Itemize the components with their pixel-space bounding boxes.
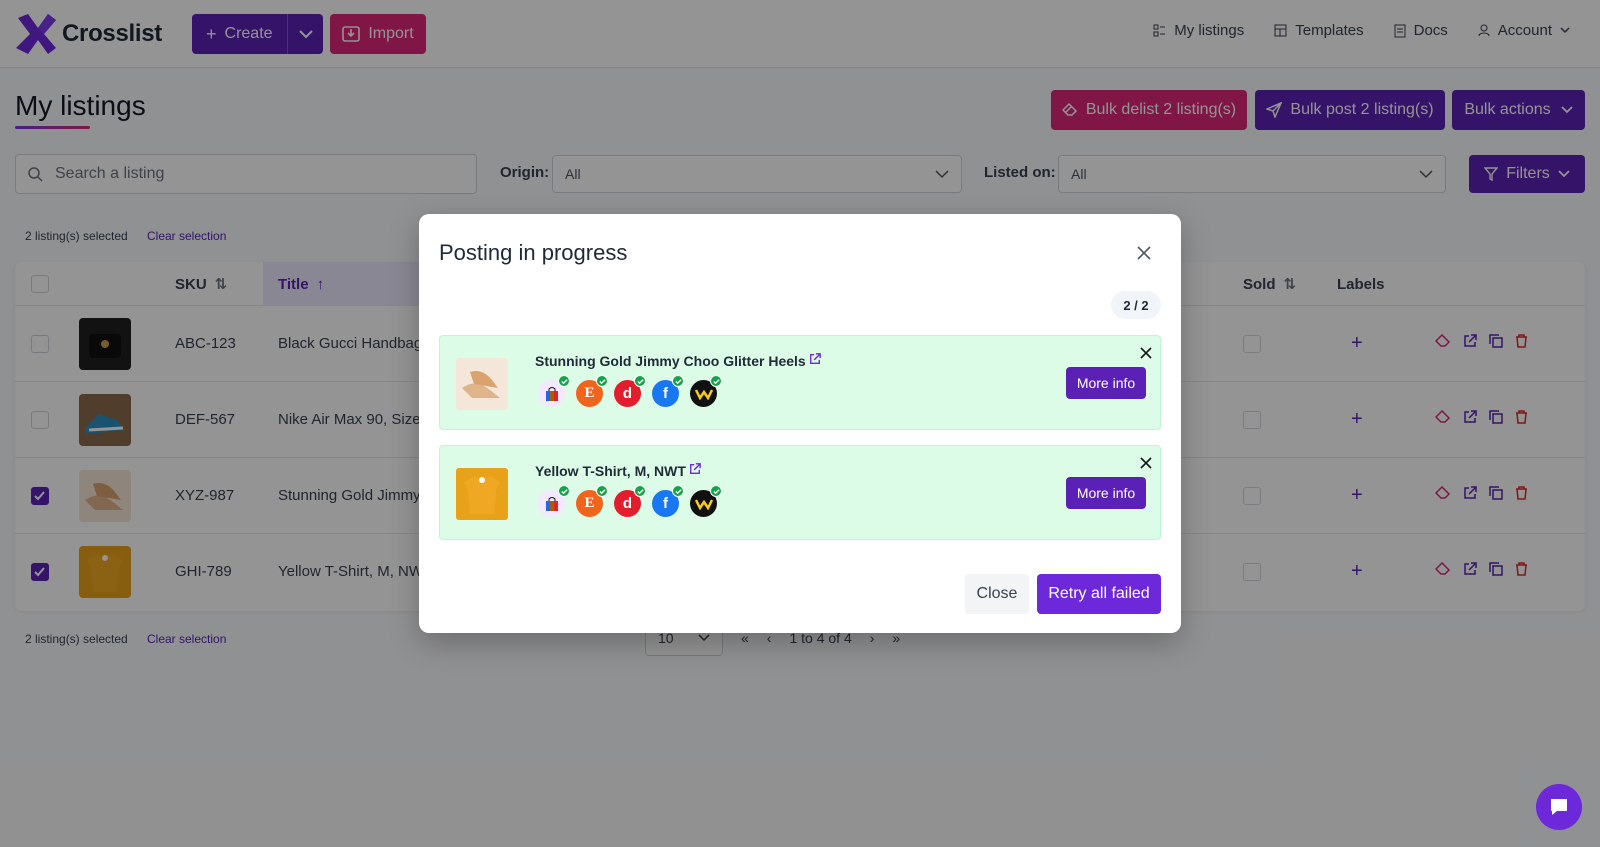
marketplace-list: E d f xyxy=(538,375,722,407)
external-link-icon xyxy=(809,353,821,364)
success-check-icon xyxy=(558,485,570,497)
posting-progress-modal: Posting in progress 2 / 2 Stunning Gold … xyxy=(419,214,1181,633)
success-check-icon xyxy=(634,485,646,497)
depop-icon[interactable]: d xyxy=(614,375,646,407)
facebook-icon[interactable]: f xyxy=(652,375,684,407)
item-thumbnail xyxy=(456,358,508,410)
shopping-bag-marketplace-icon[interactable] xyxy=(538,485,570,517)
mercari-icon[interactable] xyxy=(690,375,722,407)
chat-support-icon[interactable] xyxy=(1536,784,1582,830)
success-check-icon xyxy=(672,375,684,387)
depop-icon[interactable]: d xyxy=(614,485,646,517)
success-check-icon xyxy=(596,375,608,387)
retry-all-failed-button[interactable]: Retry all failed xyxy=(1037,574,1161,614)
item-title-text: Yellow T-Shirt, M, NWT xyxy=(535,463,686,479)
more-info-button[interactable]: More info xyxy=(1066,367,1146,399)
shopping-bag-marketplace-icon[interactable] xyxy=(538,375,570,407)
close-button[interactable]: Close xyxy=(965,574,1029,614)
posting-item: Stunning Gold Jimmy Choo Glitter Heels E… xyxy=(439,335,1161,430)
item-title[interactable]: Yellow T-Shirt, M, NWT xyxy=(535,463,701,479)
etsy-icon[interactable]: E xyxy=(576,375,608,407)
success-check-icon xyxy=(710,485,722,497)
more-info-button[interactable]: More info xyxy=(1066,477,1146,509)
etsy-icon[interactable]: E xyxy=(576,485,608,517)
dismiss-item-icon[interactable] xyxy=(1140,346,1152,364)
external-link-icon xyxy=(689,463,701,474)
dismiss-item-icon[interactable] xyxy=(1140,456,1152,474)
modal-close-icon[interactable] xyxy=(1131,240,1157,266)
success-check-icon xyxy=(558,375,570,387)
success-check-icon xyxy=(672,485,684,497)
marketplace-list: E d f xyxy=(538,485,722,517)
progress-badge: 2 / 2 xyxy=(1111,291,1161,319)
success-check-icon xyxy=(634,375,646,387)
mercari-icon[interactable] xyxy=(690,485,722,517)
modal-title: Posting in progress xyxy=(439,240,628,265)
success-check-icon xyxy=(596,485,608,497)
posting-item: Yellow T-Shirt, M, NWT E d f More info xyxy=(439,445,1161,540)
item-thumbnail xyxy=(456,468,508,520)
facebook-icon[interactable]: f xyxy=(652,485,684,517)
item-title-text: Stunning Gold Jimmy Choo Glitter Heels xyxy=(535,353,806,369)
item-title[interactable]: Stunning Gold Jimmy Choo Glitter Heels xyxy=(535,353,821,369)
success-check-icon xyxy=(710,375,722,387)
